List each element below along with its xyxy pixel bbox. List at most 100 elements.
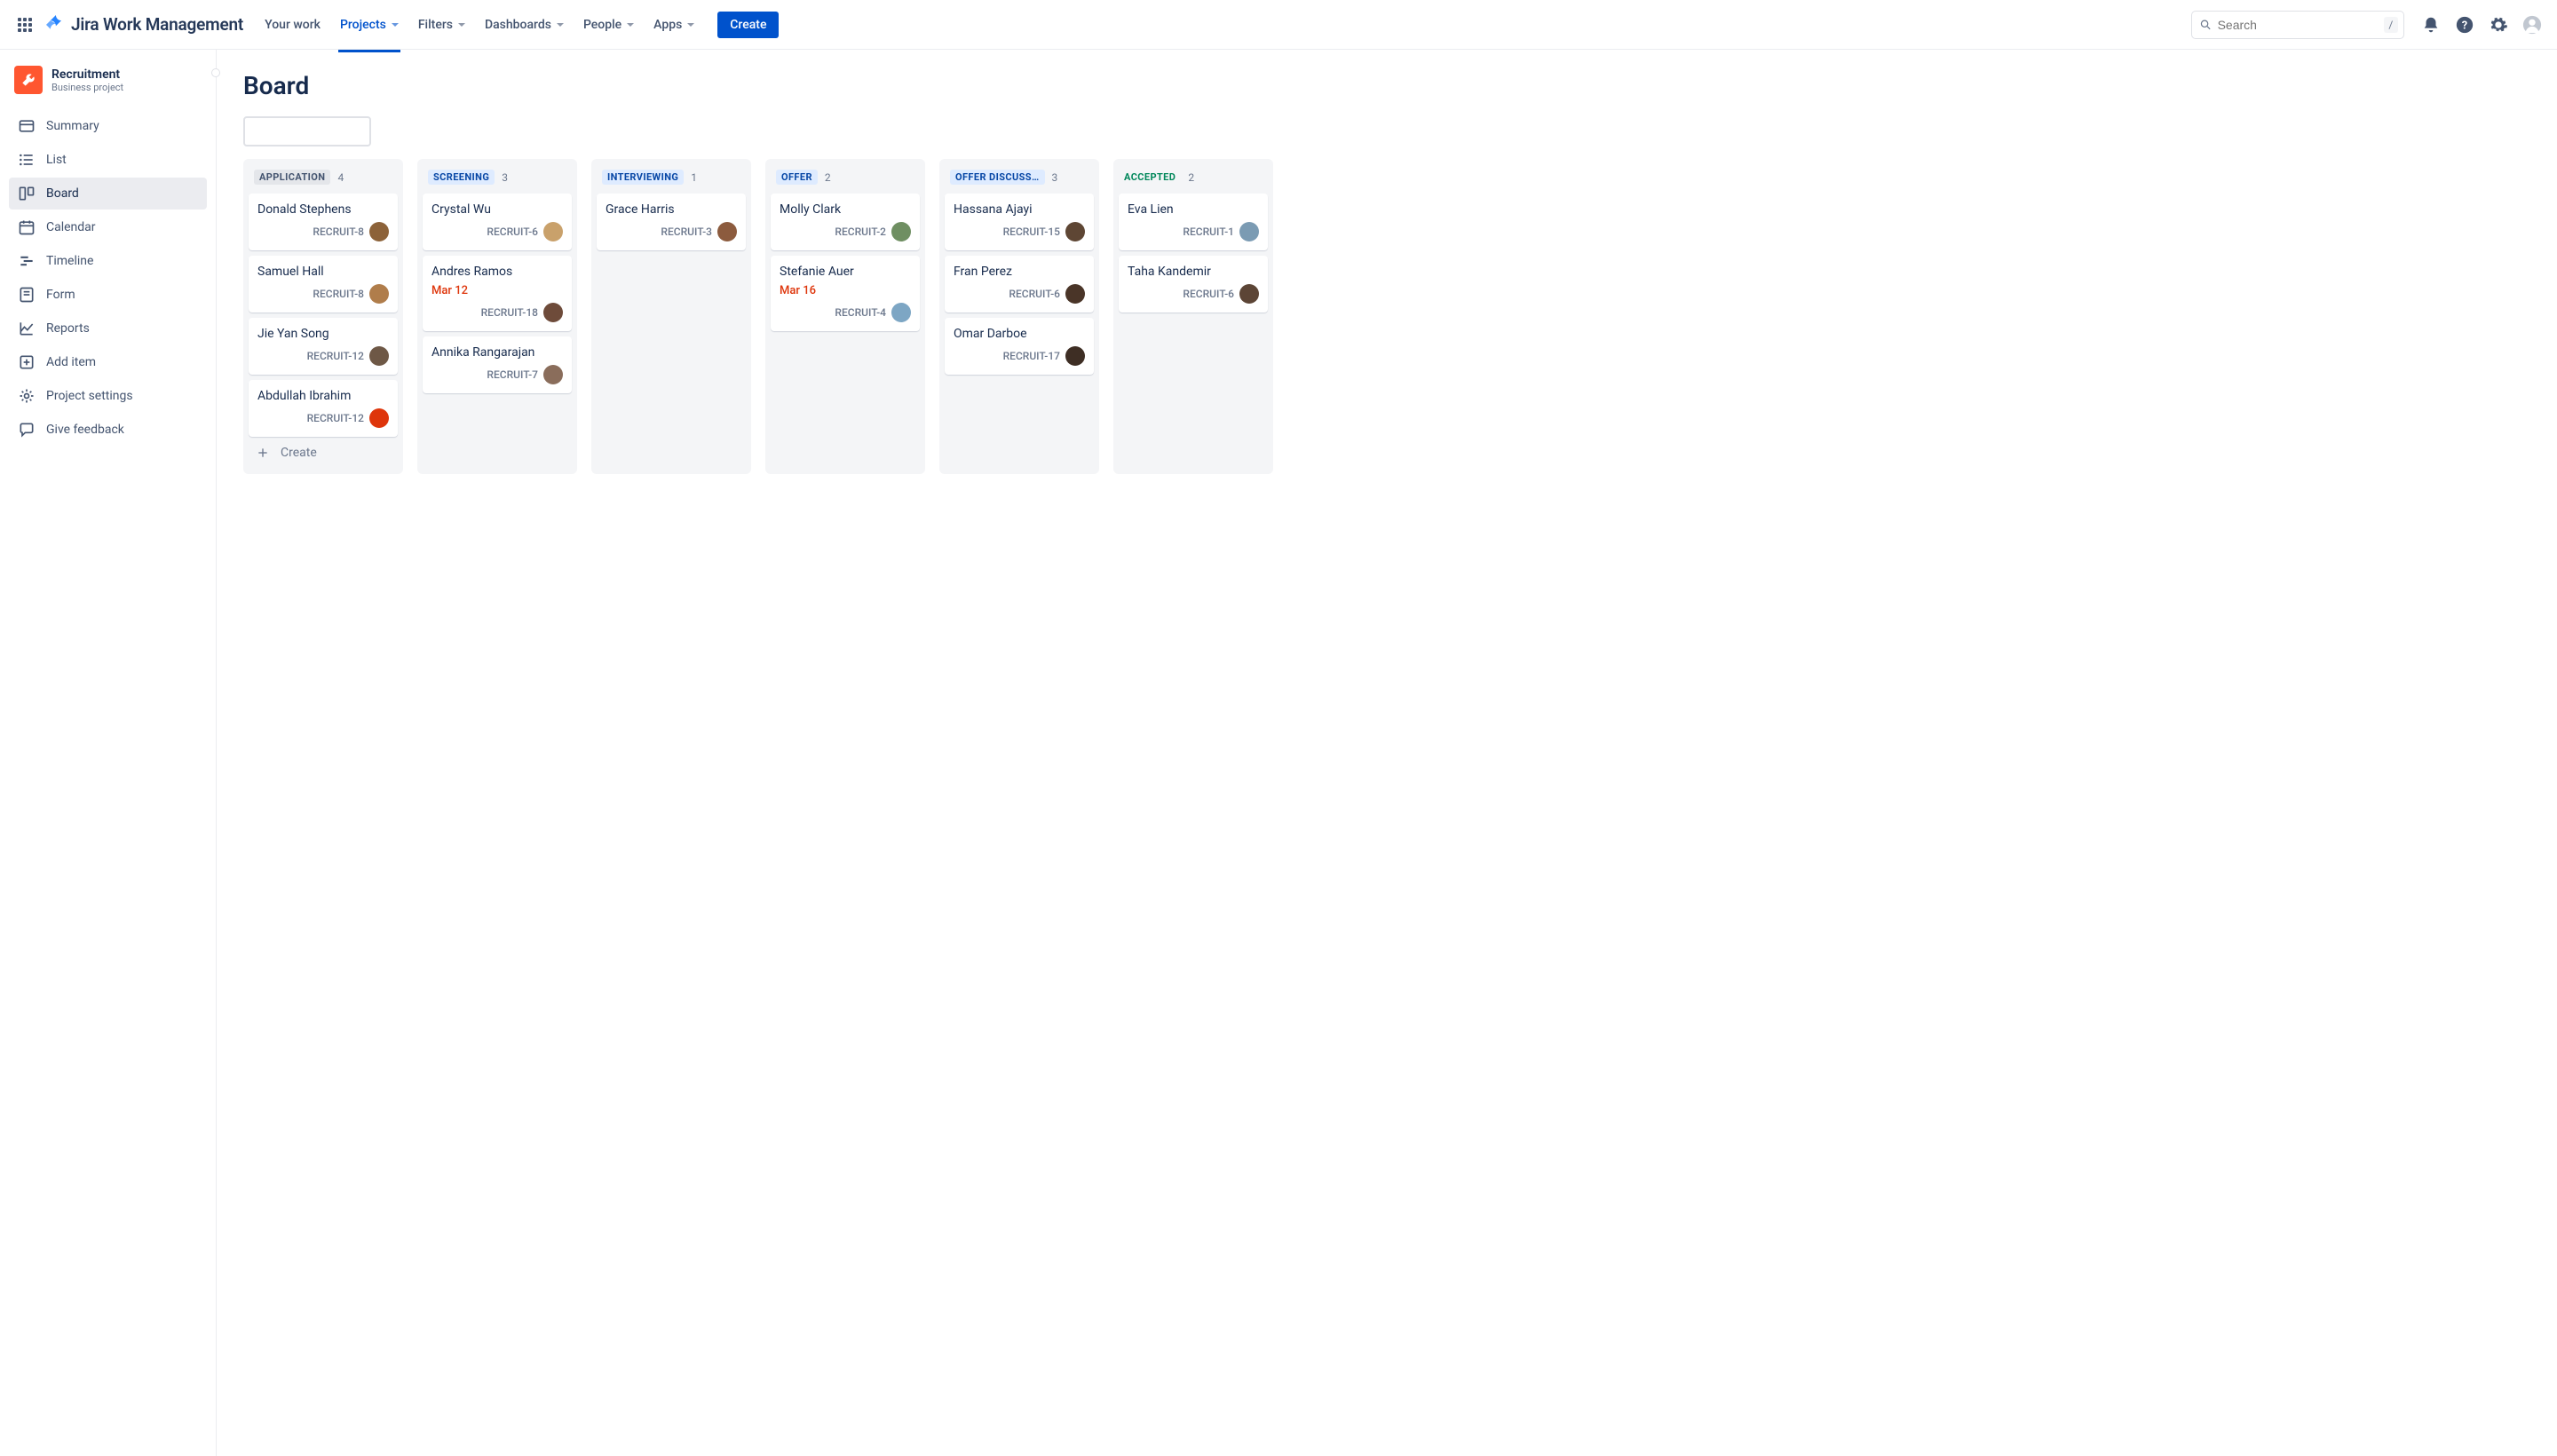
- nav-items: Your workProjects Filters Dashboards People…: [256, 12, 703, 37]
- gear-icon: [2489, 15, 2508, 35]
- search-icon: [2199, 18, 2213, 32]
- sidebar-item-label: Add item: [46, 355, 96, 369]
- sidebar-item-label: Calendar: [46, 220, 96, 234]
- sidebar-item-label: List: [46, 153, 67, 167]
- sidebar-item-board[interactable]: Board: [9, 178, 207, 210]
- global-search[interactable]: /: [2191, 11, 2404, 39]
- board-card[interactable]: Crystal WuRECRUIT-6: [423, 194, 572, 250]
- nav-item-label: Filters: [418, 18, 453, 32]
- sidebar-item-add-item[interactable]: Add item: [9, 346, 207, 378]
- sidebar-item-summary[interactable]: Summary: [9, 110, 207, 142]
- sidebar-item-project-settings[interactable]: Project settings: [9, 380, 207, 412]
- nav-item-people[interactable]: People: [574, 12, 643, 37]
- board-card[interactable]: Fran PerezRECRUIT-6: [945, 256, 1094, 313]
- board-icon: [18, 185, 36, 202]
- card-title: Taha Kandemir: [1128, 265, 1259, 279]
- plus-icon: [256, 446, 270, 460]
- card-title: Eva Lien: [1128, 202, 1259, 217]
- nav-item-apps[interactable]: Apps: [645, 12, 703, 37]
- bell-icon: [2421, 15, 2441, 35]
- card-title: Crystal Wu: [431, 202, 563, 217]
- assignee-avatar: [1065, 284, 1085, 304]
- board-card[interactable]: Abdullah IbrahimRECRUIT-12: [249, 380, 398, 437]
- column-header[interactable]: SCREENING3: [423, 168, 572, 194]
- board-card[interactable]: Eva Lien RECRUIT-1: [1119, 194, 1268, 250]
- card-key: RECRUIT-1: [1183, 226, 1234, 238]
- help-button[interactable]: ?: [2450, 11, 2479, 39]
- chevron-down-icon: [458, 23, 465, 27]
- sidebar-item-timeline[interactable]: Timeline: [9, 245, 207, 277]
- column-count: 2: [825, 171, 831, 184]
- add-item-icon: [18, 353, 36, 371]
- board-card[interactable]: Annika RangarajanRECRUIT-7: [423, 336, 572, 393]
- column-header[interactable]: ACCEPTED2: [1119, 168, 1268, 194]
- nav-item-label: People: [583, 18, 621, 32]
- nav-item-projects[interactable]: Projects: [331, 12, 408, 37]
- create-label: Create: [281, 446, 317, 460]
- card-key: RECRUIT-8: [313, 288, 364, 300]
- create-button[interactable]: Create: [717, 12, 779, 38]
- sidebar-item-reports[interactable]: Reports: [9, 313, 207, 344]
- product-logo[interactable]: Jira Work Management: [46, 14, 243, 35]
- board-search[interactable]: [243, 116, 371, 146]
- board-card[interactable]: Stefanie Auer Mar 16 RECRUIT-4: [771, 256, 920, 331]
- column-header[interactable]: OFFER DISCUSS… 3: [945, 168, 1094, 194]
- board-card[interactable]: Hassana AjayiRECRUIT-15: [945, 194, 1094, 250]
- board-columns: APPLICATION4Donald StephensRECRUIT-8 Samu…: [243, 159, 2536, 474]
- card-due-date: Mar 16: [780, 284, 911, 297]
- sidebar-item-list[interactable]: List: [9, 144, 207, 176]
- nav-item-dashboards[interactable]: Dashboards: [476, 12, 573, 37]
- sidebar-item-label: Timeline: [46, 254, 93, 268]
- board-card[interactable]: Molly ClarkRECRUIT-2: [771, 194, 920, 250]
- profile-button[interactable]: [2518, 11, 2546, 39]
- assignee-avatar: [891, 303, 911, 322]
- card-title: Annika Rangarajan: [431, 345, 563, 360]
- card-title: Stefanie Auer: [780, 265, 911, 279]
- search-input[interactable]: [2218, 18, 2379, 32]
- profile-icon: [2522, 15, 2542, 35]
- card-title: Samuel Hall: [257, 265, 389, 279]
- top-nav: Jira Work Management Your workProjects Fi…: [0, 0, 2557, 50]
- sidebar-item-label: Summary: [46, 119, 99, 133]
- calendar-icon: [18, 218, 36, 236]
- wrench-icon: [20, 71, 37, 89]
- notifications-button[interactable]: [2417, 11, 2445, 39]
- app-switcher-button[interactable]: [11, 11, 39, 39]
- nav-item-label: Apps: [653, 18, 682, 32]
- column-header[interactable]: INTERVIEWING 1: [597, 168, 746, 194]
- sidebar-item-label: Reports: [46, 321, 90, 336]
- chevron-down-icon: [627, 23, 634, 27]
- board-card[interactable]: Donald StephensRECRUIT-8: [249, 194, 398, 250]
- give-feedback-icon: [18, 421, 36, 439]
- nav-item-your-work[interactable]: Your work: [256, 12, 329, 37]
- project-header[interactable]: Recruitment Business project: [9, 64, 207, 110]
- project-type: Business project: [51, 82, 123, 93]
- column-create-button[interactable]: Create: [249, 437, 398, 462]
- assignee-avatar: [369, 346, 389, 366]
- sidebar-item-form[interactable]: Form: [9, 279, 207, 311]
- board-card[interactable]: Andres RamosMar 12RECRUIT-18: [423, 256, 572, 331]
- logo-text: Jira Work Management: [71, 14, 243, 35]
- card-key: RECRUIT-12: [307, 350, 364, 362]
- board-card[interactable]: Samuel Hall RECRUIT-8: [249, 256, 398, 313]
- column-header[interactable]: OFFER2: [771, 168, 920, 194]
- sidebar-item-calendar[interactable]: Calendar: [9, 211, 207, 243]
- card-key: RECRUIT-15: [1003, 226, 1060, 238]
- board-card[interactable]: Omar DarboeRECRUIT-17: [945, 318, 1094, 375]
- nav-item-filters[interactable]: Filters: [409, 12, 474, 37]
- chevron-down-icon: [687, 23, 694, 27]
- column-count: 3: [1052, 171, 1058, 184]
- sidebar-item-give-feedback[interactable]: Give feedback: [9, 414, 207, 446]
- board-card[interactable]: Grace HarrisRECRUIT-3: [597, 194, 746, 250]
- settings-button[interactable]: [2484, 11, 2513, 39]
- column-title: INTERVIEWING: [602, 170, 684, 185]
- card-title: Abdullah Ibrahim: [257, 389, 389, 403]
- column-header[interactable]: APPLICATION4: [249, 168, 398, 194]
- board-search-input[interactable]: [257, 124, 418, 138]
- card-key: RECRUIT-4: [835, 306, 886, 319]
- board-card[interactable]: Jie Yan SongRECRUIT-12: [249, 318, 398, 375]
- card-title: Molly Clark: [780, 202, 911, 217]
- column-count: 1: [691, 171, 697, 184]
- column-title: OFFER DISCUSS…: [950, 170, 1045, 185]
- board-card[interactable]: Taha KandemirRECRUIT-6: [1119, 256, 1268, 313]
